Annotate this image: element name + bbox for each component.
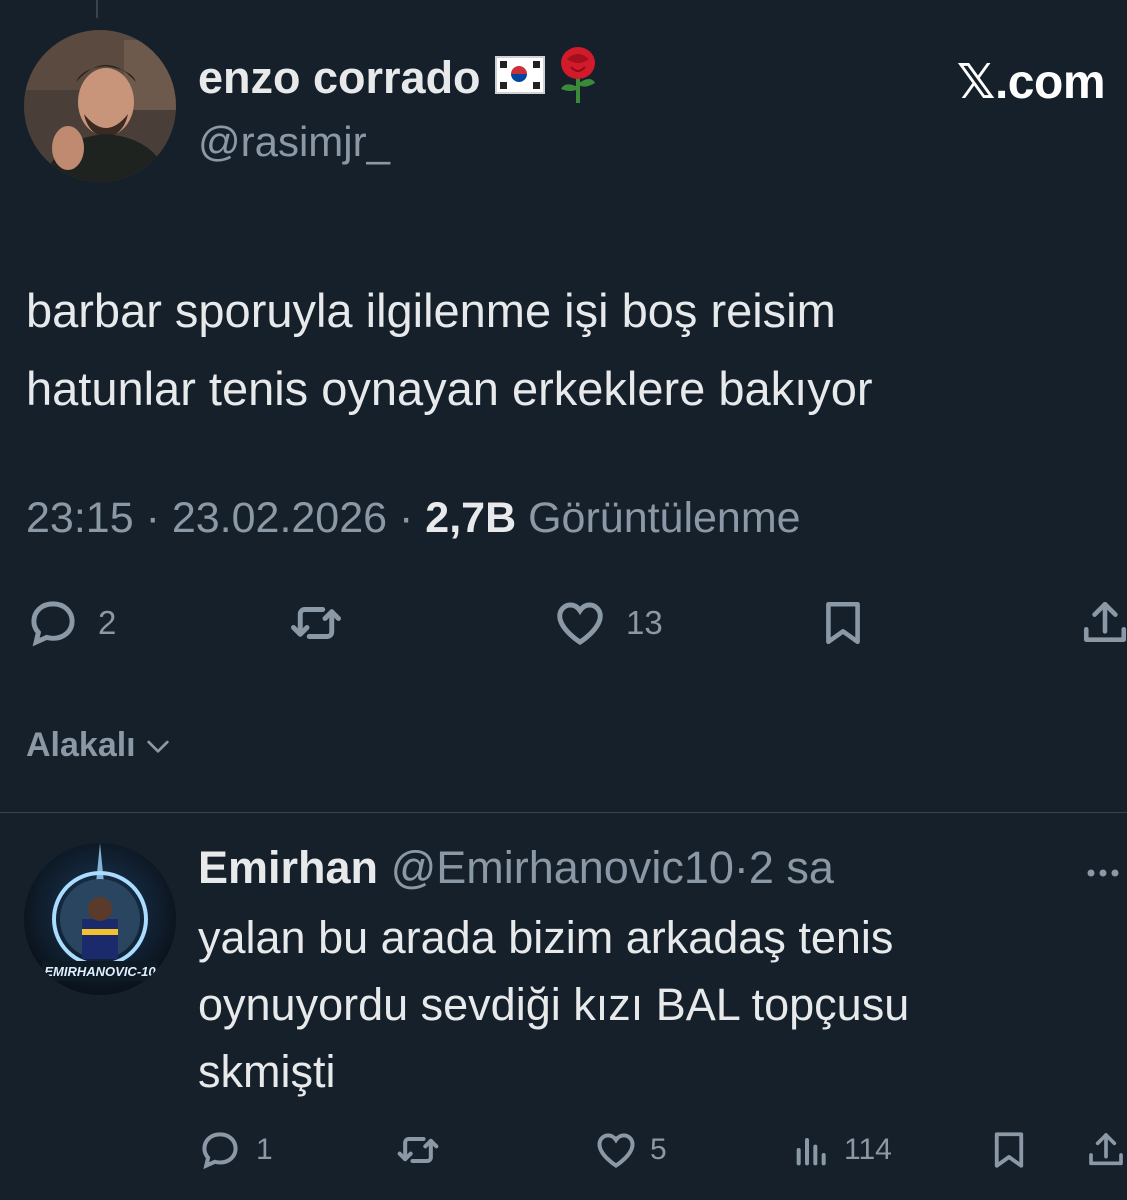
reply-share-button[interactable]: [1086, 1128, 1126, 1172]
relevance-filter-label: Alakalı: [26, 726, 136, 764]
bookmark-icon: [818, 596, 868, 650]
reply-count: 2: [98, 604, 117, 641]
bookmark-button[interactable]: [818, 596, 868, 650]
meta-separator: ·: [399, 494, 414, 542]
reply-avatar-text: EMIRHANOVIC-10: [44, 964, 156, 979]
thread-connector-line: [96, 0, 98, 18]
tweet-meta: 23:15 · 23.02.2026 · 2,7B Görüntülenme: [26, 494, 801, 543]
views-label: Görüntülenme: [528, 494, 801, 542]
reply-text: yalan bu arada bizim arkadaş tenis oynuy…: [198, 904, 1078, 1105]
reply-author-name[interactable]: Emirhan: [198, 842, 378, 893]
brand-label: 𝕏.com: [956, 56, 1106, 109]
chevron-down-icon: [142, 730, 174, 762]
author-handle[interactable]: @rasimjr_: [198, 118, 390, 166]
retweet-arrows-icon: [394, 1128, 442, 1172]
reply-button[interactable]: 2: [26, 596, 116, 650]
speech-bubble-icon: [26, 596, 80, 650]
reply-retweet-button[interactable]: [394, 1128, 456, 1172]
south-korea-flag-icon: [494, 56, 545, 95]
reply-text-line: oynuyordu sevdiği kızı BAL topçusu: [198, 979, 910, 1030]
reply-author-handle[interactable]: @Emirhanovic10: [391, 842, 734, 893]
ellipsis-icon: [1083, 858, 1123, 888]
heart-icon: [594, 1128, 638, 1172]
retweet-button[interactable]: [286, 596, 364, 650]
bookmark-icon: [988, 1128, 1030, 1172]
share-button[interactable]: [1080, 596, 1127, 650]
reply-author-row: Emirhan @Emirhanovic10·2 sa: [198, 842, 834, 894]
more-options-button[interactable]: [1083, 858, 1123, 888]
heart-icon: [552, 596, 608, 650]
views-count[interactable]: 2,7B: [425, 494, 516, 542]
tweet-date[interactable]: 23.02.2026: [172, 494, 387, 542]
section-divider: [0, 812, 1127, 813]
reply-reply-button[interactable]: 1: [198, 1128, 273, 1172]
tweet-text-line: hatunlar tenis oynayan erkeklere bakıyor: [26, 362, 873, 415]
reply-views-count: 114: [844, 1133, 892, 1166]
tweet-time[interactable]: 23:15: [26, 494, 134, 542]
reply-like-button[interactable]: 5: [594, 1128, 667, 1172]
reply-views-button[interactable]: 114: [792, 1128, 892, 1172]
relevance-filter[interactable]: Alakalı: [26, 726, 174, 765]
bar-chart-icon: [792, 1128, 832, 1172]
like-button[interactable]: 13: [552, 596, 663, 650]
reply-like-count: 5: [650, 1133, 667, 1166]
meta-separator: ·: [145, 494, 160, 542]
reply-reply-count: 1: [256, 1133, 273, 1166]
rose-icon: [555, 47, 601, 104]
speech-bubble-icon: [198, 1128, 242, 1172]
author-name-text[interactable]: enzo corrado: [198, 52, 481, 103]
retweet-arrows-icon: [286, 596, 346, 650]
author-name[interactable]: enzo corrado: [198, 47, 601, 109]
author-avatar[interactable]: [24, 30, 176, 182]
reply-bookmark-button[interactable]: [988, 1128, 1030, 1172]
reply-text-line: skmişti: [198, 1046, 336, 1097]
meta-separator: ·: [733, 842, 749, 893]
tweet-text-line: barbar sporuyla ilgilenme işi boş reisim: [26, 284, 836, 337]
share-upload-icon: [1080, 596, 1127, 650]
reply-author-avatar[interactable]: EMIRHANOVIC-10: [24, 843, 176, 995]
tweet-text: barbar sporuyla ilgilenme işi boş reisim…: [26, 272, 872, 428]
share-upload-icon: [1086, 1128, 1126, 1172]
like-count: 13: [626, 604, 663, 641]
reply-time[interactable]: 2 sa: [749, 842, 834, 893]
reply-text-line: yalan bu arada bizim arkadaş tenis: [198, 912, 894, 963]
